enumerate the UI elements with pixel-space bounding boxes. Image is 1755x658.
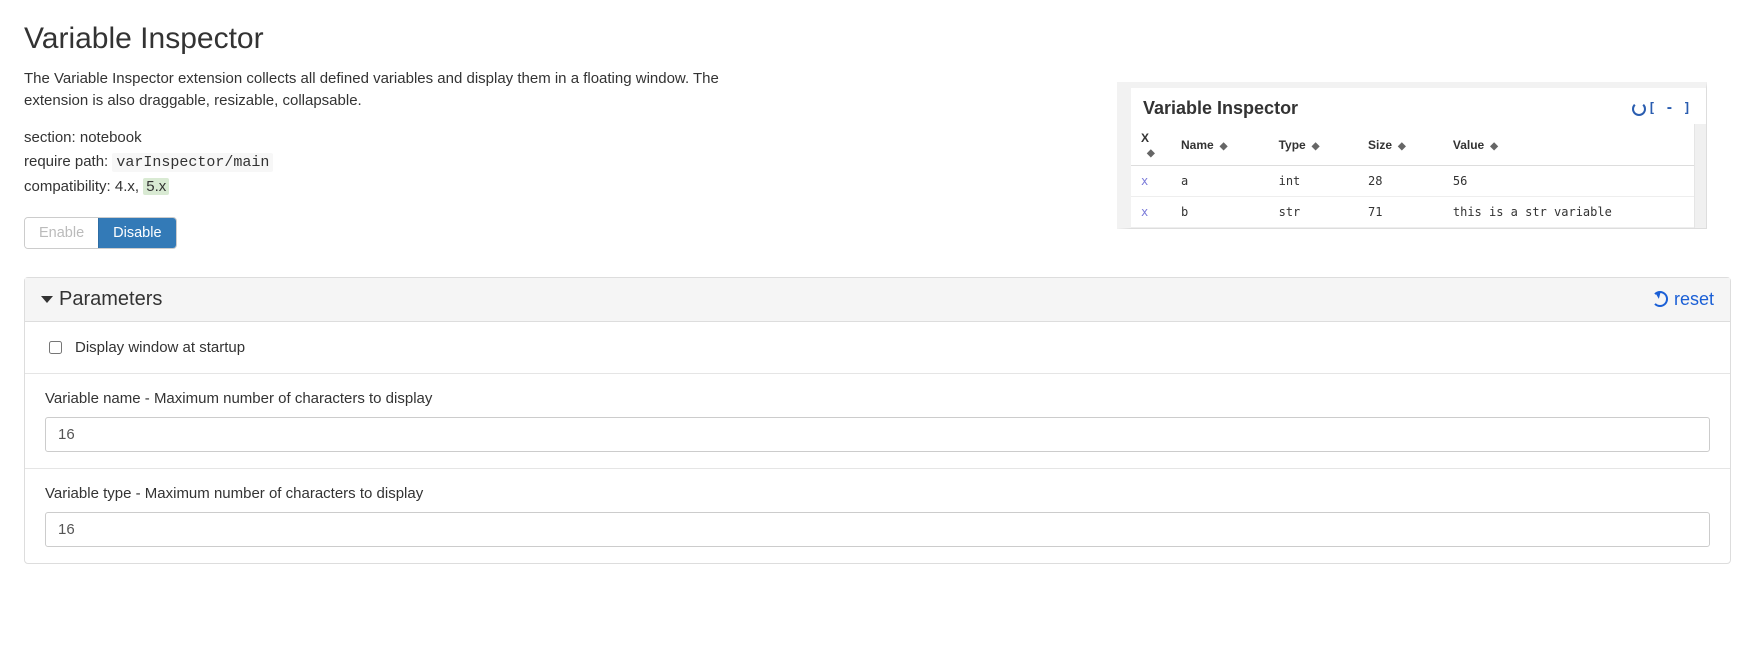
reset-button[interactable]: reset [1652,289,1714,310]
preview-screenshot: Variable Inspector [ - ] X ◆ Name ◆ Type ◆ … [1117,82,1707,229]
var-name-maxlen-label: Variable name - Maximum number of charac… [45,390,1710,407]
parameters-toggle[interactable]: Parameters [41,288,162,311]
startup-checkbox-text: Display window at startup [75,339,245,356]
refresh-icon [1652,291,1668,307]
disable-button[interactable]: Disable [98,218,175,248]
sort-icon: ◆ [1312,142,1320,152]
col-name: Name [1181,138,1214,152]
cell-value: this is a str variable [1443,197,1706,228]
sort-icon: ◆ [1220,142,1228,152]
preview-scrollbar [1694,124,1706,228]
startup-checkbox-label[interactable]: Display window at startup [45,338,245,357]
reload-icon [1632,102,1646,116]
startup-checkbox[interactable] [49,341,62,354]
var-type-maxlen-input[interactable] [45,512,1710,547]
preview-controls: [ - ] [1632,101,1692,116]
col-value: Value [1453,138,1484,152]
cell-type: str [1269,197,1358,228]
meta-compat-label: compatibility: [24,178,111,195]
var-type-maxlen-label: Variable type - Maximum number of charac… [45,485,1710,502]
var-name-maxlen-input[interactable] [45,417,1710,452]
extension-description: The Variable Inspector extension collect… [24,68,744,112]
sort-icon: ◆ [1398,142,1406,152]
meta-compat-current: 5.x [143,178,169,195]
reset-label: reset [1674,289,1714,310]
parameters-heading: Parameters [59,288,162,311]
table-row: x b str 71 this is a str variable [1131,197,1706,228]
meta-section-value: notebook [80,129,142,146]
meta-require-label: require path: [24,153,108,170]
delete-icon: x [1141,205,1148,219]
cell-name: a [1171,166,1269,197]
cell-size: 71 [1358,197,1443,228]
meta-section-label: section: [24,129,76,146]
enable-button[interactable]: Enable [25,218,98,248]
col-size: Size [1368,138,1392,152]
cell-size: 28 [1358,166,1443,197]
meta-compat-prev: 4.x, [115,178,139,195]
meta-require-value: varInspector/main [112,153,273,172]
cell-value: 56 [1443,166,1706,197]
enable-disable-group: Enable Disable [24,217,177,249]
table-row: x a int 28 56 [1131,166,1706,197]
preview-table: X ◆ Name ◆ Type ◆ Size ◆ Value ◆ x a int 28 5… [1131,125,1706,228]
delete-icon: x [1141,174,1148,188]
page-title: Variable Inspector [24,22,1731,56]
parameters-panel: Parameters reset Display window at start… [24,277,1731,564]
col-type: Type [1279,138,1306,152]
cell-type: int [1269,166,1358,197]
cell-name: b [1171,197,1269,228]
sort-icon: ◆ [1147,149,1155,159]
preview-title: Variable Inspector [1143,98,1298,119]
chevron-down-icon [41,296,53,303]
sort-icon: ◆ [1490,142,1498,152]
col-x: X [1141,131,1149,145]
collapse-toggle: [ - ] [1648,101,1692,116]
